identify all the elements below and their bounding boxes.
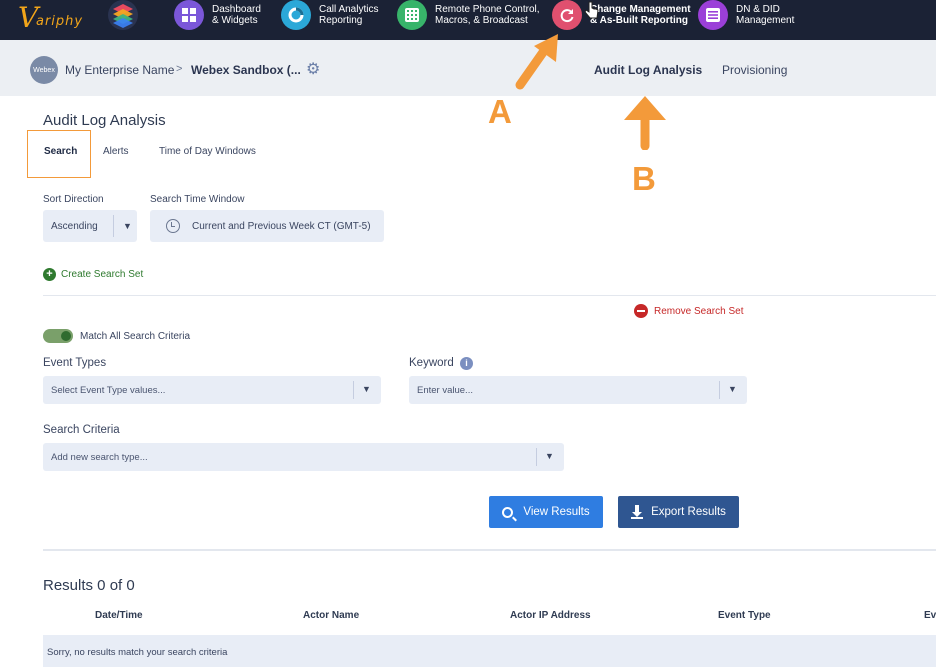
top-nav-bar: V ariphy Dashboard & Widgets Call Analyt… xyxy=(0,0,936,40)
search-icon xyxy=(502,506,514,518)
search-time-window-field[interactable]: Current and Previous Week CT (GMT-5) xyxy=(150,210,384,242)
divider xyxy=(536,448,537,466)
divider xyxy=(43,549,936,551)
info-icon[interactable]: i xyxy=(460,357,473,370)
export-results-label: Export Results xyxy=(651,506,726,518)
subtab-time-of-day-windows[interactable]: Time of Day Windows xyxy=(159,146,256,157)
nav-label: Call Analytics Reporting xyxy=(319,4,379,26)
nav-call-analytics[interactable]: Call Analytics Reporting xyxy=(281,0,378,30)
event-types-label: Event Types xyxy=(43,357,107,369)
annotation-label-a: A xyxy=(488,93,512,130)
remove-search-set-button[interactable]: Remove Search Set xyxy=(634,304,744,318)
clock-icon xyxy=(166,219,180,233)
nav-dashboard-widgets[interactable]: Dashboard & Widgets xyxy=(174,0,261,30)
search-criteria-placeholder: Add new search type... xyxy=(51,452,148,463)
sort-direction-label: Sort Direction xyxy=(43,194,104,205)
empty-results-message: Sorry, no results match your search crit… xyxy=(47,647,228,658)
nav-label: Change Management & As-Built Reporting xyxy=(590,4,691,26)
keyword-placeholder: Enter value... xyxy=(417,385,473,396)
column-header-ev[interactable]: Ev xyxy=(924,610,936,621)
search-tab-highlight-box xyxy=(27,130,91,178)
nav-label: DN & DID Management xyxy=(736,4,795,26)
chevron-down-icon: ▼ xyxy=(362,384,371,394)
list-icon xyxy=(698,0,728,30)
tab-audit-log-analysis[interactable]: Audit Log Analysis xyxy=(594,63,702,77)
empty-results-row: Sorry, no results match your search crit… xyxy=(43,635,936,667)
tab-provisioning[interactable]: Provisioning xyxy=(722,63,787,77)
annotation-arrow-b-icon xyxy=(624,96,666,150)
keypad-icon xyxy=(397,0,427,30)
column-header-date-time[interactable]: Date/Time xyxy=(95,610,143,621)
match-all-toggle[interactable] xyxy=(43,329,73,343)
breadcrumb-enterprise[interactable]: My Enterprise Name xyxy=(65,63,174,77)
column-header-actor-ip[interactable]: Actor IP Address xyxy=(510,610,591,621)
nav-change-management[interactable]: Change Management & As-Built Reporting xyxy=(552,0,691,30)
keyword-label: Keyword xyxy=(409,357,454,369)
layers-icon[interactable] xyxy=(108,0,138,30)
nav-label: Dashboard & Widgets xyxy=(212,4,261,26)
sort-direction-value: Ascending xyxy=(51,220,98,232)
breadcrumb-site[interactable]: Webex Sandbox (... xyxy=(191,63,301,77)
subtab-alerts[interactable]: Alerts xyxy=(103,146,129,157)
column-header-actor-name[interactable]: Actor Name xyxy=(303,610,359,621)
search-time-window-value: Current and Previous Week CT (GMT-5) xyxy=(192,220,371,232)
logo-text: ariphy xyxy=(36,14,84,29)
search-criteria-select[interactable]: Add new search type... ▼ xyxy=(43,443,564,471)
view-results-label: View Results xyxy=(523,506,590,518)
toggle-knob xyxy=(61,331,71,341)
view-results-button[interactable]: View Results xyxy=(489,496,603,528)
search-criteria-label: Search Criteria xyxy=(43,424,120,436)
column-header-event-type[interactable]: Event Type xyxy=(718,610,771,621)
export-results-button[interactable]: Export Results xyxy=(618,496,739,528)
analytics-icon xyxy=(281,0,311,30)
refresh-icon xyxy=(552,0,582,30)
match-all-label: Match All Search Criteria xyxy=(80,331,191,342)
download-icon xyxy=(631,505,644,519)
annotation-arrow-a-icon xyxy=(515,34,558,90)
nav-label: Remote Phone Control, Macros, & Broadcas… xyxy=(435,4,540,26)
breadcrumb-bar: Webex My Enterprise Name > Webex Sandbox… xyxy=(0,40,936,96)
divider xyxy=(43,295,936,296)
create-search-set-label: Create Search Set xyxy=(61,269,144,280)
divider xyxy=(353,381,354,399)
divider xyxy=(113,215,114,237)
keyword-field[interactable]: Enter value... ▼ xyxy=(409,376,747,404)
avatar[interactable]: Webex xyxy=(30,56,58,84)
divider xyxy=(719,381,720,399)
event-types-placeholder: Select Event Type values... xyxy=(51,385,166,396)
nav-dn-did-management[interactable]: DN & DID Management xyxy=(698,0,794,30)
sort-direction-select[interactable]: Ascending ▼ xyxy=(43,210,137,242)
results-title: Results 0 of 0 xyxy=(43,577,135,594)
event-types-select[interactable]: Select Event Type values... ▼ xyxy=(43,376,381,404)
chevron-down-icon: ▼ xyxy=(728,384,737,394)
gear-icon[interactable]: ⚙ xyxy=(306,59,320,79)
remove-search-set-label: Remove Search Set xyxy=(654,305,744,317)
search-time-window-label: Search Time Window xyxy=(150,194,245,205)
hand-cursor-icon xyxy=(584,1,599,19)
create-search-set-button[interactable]: + Create Search Set xyxy=(43,268,143,281)
minus-circle-icon xyxy=(634,304,648,318)
dashboard-icon xyxy=(174,0,204,30)
page-title: Audit Log Analysis xyxy=(43,112,166,129)
annotation-label-b: B xyxy=(632,160,656,197)
breadcrumb-separator: > xyxy=(176,63,183,75)
plus-icon: + xyxy=(43,268,56,281)
chevron-down-icon: ▼ xyxy=(123,221,132,231)
nav-remote-phone-control[interactable]: Remote Phone Control, Macros, & Broadcas… xyxy=(397,0,540,30)
chevron-down-icon: ▼ xyxy=(545,451,554,461)
